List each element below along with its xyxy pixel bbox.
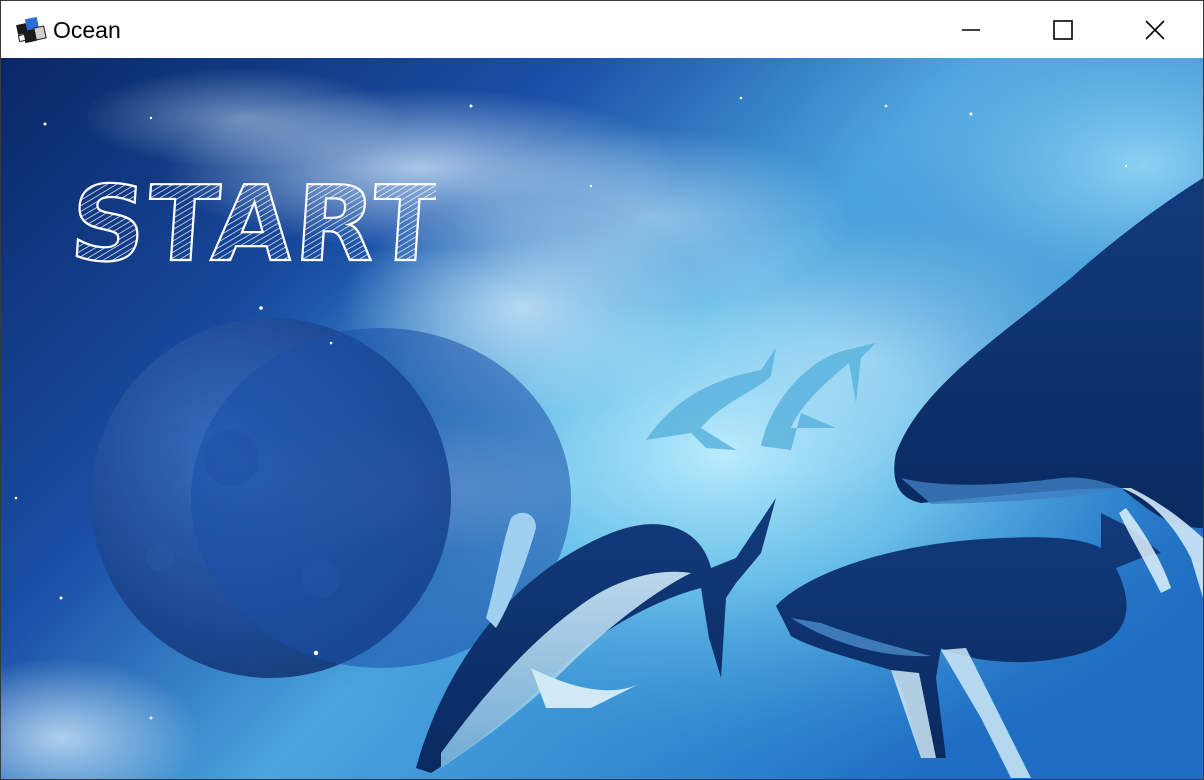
start-label: START bbox=[66, 162, 451, 286]
app-logo-icon bbox=[16, 16, 47, 44]
minimize-button[interactable] bbox=[925, 1, 1017, 58]
minimize-icon bbox=[962, 28, 980, 31]
maximize-button[interactable] bbox=[1017, 1, 1109, 58]
title-bar[interactable]: Ocean bbox=[1, 1, 1203, 58]
maximize-icon bbox=[1053, 19, 1073, 40]
close-icon bbox=[1145, 19, 1165, 40]
start-button[interactable]: START bbox=[66, 162, 451, 286]
close-button[interactable] bbox=[1109, 1, 1201, 58]
game-viewport: START bbox=[1, 58, 1203, 779]
app-window: Ocean START bbox=[0, 0, 1204, 780]
start-text: START bbox=[71, 166, 436, 274]
window-title: Ocean bbox=[53, 17, 121, 43]
